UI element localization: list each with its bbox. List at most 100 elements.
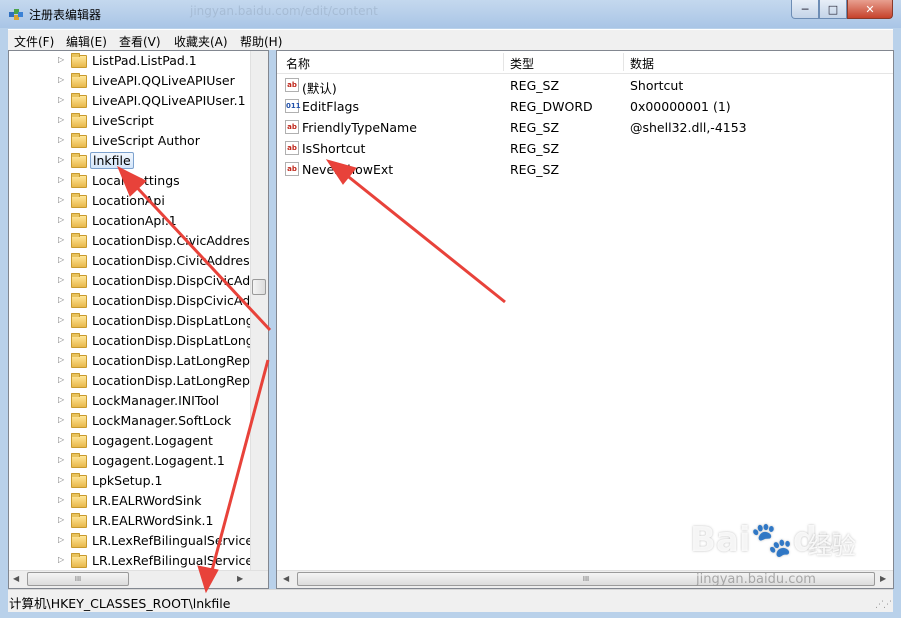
folder-icon xyxy=(71,493,87,508)
expand-arrow-icon[interactable]: ▷ xyxy=(58,215,64,224)
minimize-button[interactable]: ─ xyxy=(791,0,819,19)
value-row[interactable]: 011 EditFlags REG_DWORD 0x00000001 (1) xyxy=(277,96,893,117)
expand-arrow-icon[interactable]: ▷ xyxy=(58,475,64,484)
expand-arrow-icon[interactable]: ▷ xyxy=(58,315,64,324)
tree-item-label: LockManager.INITool xyxy=(92,393,220,408)
menu-view[interactable]: 查看(V) xyxy=(119,33,161,50)
string-value-icon: ab xyxy=(285,78,299,92)
tree-item[interactable]: ▷ LocationDisp.CivicAddressR xyxy=(9,231,265,251)
tree-item[interactable]: ▷ LiveScript Author xyxy=(9,131,254,151)
scroll-right-arrow-icon[interactable]: ▶ xyxy=(237,574,243,583)
tree-horizontal-scrollbar[interactable]: ◀ III ▶ xyxy=(9,570,268,588)
expand-arrow-icon[interactable]: ▷ xyxy=(58,355,64,364)
folder-icon xyxy=(71,253,87,268)
folder-icon xyxy=(71,93,87,108)
expand-arrow-icon[interactable]: ▷ xyxy=(58,75,64,84)
expand-arrow-icon[interactable]: ▷ xyxy=(58,275,64,284)
expand-arrow-icon[interactable]: ▷ xyxy=(58,515,64,524)
expand-arrow-icon[interactable]: ▷ xyxy=(58,175,64,184)
tree-item[interactable]: ▷ LockManager.INITool xyxy=(9,391,254,411)
tree-item[interactable]: ▷ LocationDisp.DispCivicAddr xyxy=(9,291,263,311)
tree-item[interactable]: ▷ LR.EALRWordSink xyxy=(9,491,254,511)
tree-item-label: LocationApi xyxy=(92,193,165,208)
tree-item-label: Logagent.Logagent.1 xyxy=(92,453,225,468)
column-header-name[interactable]: 名称 xyxy=(286,55,310,72)
expand-arrow-icon[interactable]: ▷ xyxy=(58,235,64,244)
expand-arrow-icon[interactable]: ▷ xyxy=(58,95,64,104)
expand-arrow-icon[interactable]: ▷ xyxy=(58,115,64,124)
value-row[interactable]: ab IsShortcut REG_SZ xyxy=(277,138,893,159)
value-row[interactable]: ab NeverShowExt REG_SZ xyxy=(277,159,893,180)
tree-item-label: LR.LexRefBilingualService.1. xyxy=(92,533,269,548)
expand-arrow-icon[interactable]: ▷ xyxy=(58,195,64,204)
expand-arrow-icon[interactable]: ▷ xyxy=(58,375,64,384)
column-divider[interactable] xyxy=(503,53,504,71)
string-value-icon: ab xyxy=(285,141,299,155)
expand-arrow-icon[interactable]: ▷ xyxy=(58,135,64,144)
tree-item[interactable]: ▷ Local Settings xyxy=(9,171,254,191)
folder-icon xyxy=(71,193,87,208)
string-value-icon: ab xyxy=(285,120,299,134)
menu-edit[interactable]: 编辑(E) xyxy=(66,33,107,50)
tree-item[interactable]: ▷ LiveAPI.QQLiveAPIUser.1 xyxy=(9,91,254,111)
tree-item[interactable]: ▷ LocationDisp.CivicAddressR xyxy=(9,251,265,271)
tree-item[interactable]: ▷ Logagent.Logagent xyxy=(9,431,254,451)
folder-icon xyxy=(71,413,87,428)
menu-file[interactable]: 文件(F) xyxy=(14,33,54,50)
value-name: NeverShowExt xyxy=(302,162,394,177)
close-button[interactable]: ✕ xyxy=(847,0,893,19)
folder-icon xyxy=(71,353,87,368)
tree-item[interactable]: ▷ LocationDisp.DispCivicAddr xyxy=(9,271,263,291)
registry-values-list[interactable]: 名称 类型 数据 ab (默认) REG_SZ Shortcut 011 EditFlag… xyxy=(276,50,894,589)
tree-item[interactable]: ▷ LiveAPI.QQLiveAPIUser xyxy=(9,71,254,91)
tree-item[interactable]: ▷ LocationDisp.LatLongRepor xyxy=(9,351,263,371)
expand-arrow-icon[interactable]: ▷ xyxy=(58,55,64,64)
expand-arrow-icon[interactable]: ▷ xyxy=(58,295,64,304)
expand-arrow-icon[interactable]: ▷ xyxy=(58,255,64,264)
column-divider[interactable] xyxy=(623,53,624,71)
value-row[interactable]: ab (默认) REG_SZ Shortcut xyxy=(277,75,893,96)
tree-item[interactable]: ▷ LpkSetup.1 xyxy=(9,471,254,491)
menu-help[interactable]: 帮助(H) xyxy=(240,33,282,50)
scroll-right-arrow-icon[interactable]: ▶ xyxy=(880,574,886,583)
expand-arrow-icon[interactable]: ▷ xyxy=(58,435,64,444)
tree-item[interactable]: ▷ ListPad.ListPad.1 xyxy=(9,51,254,71)
tree-item[interactable]: ▷ LR.LexRefBilingualService.1. xyxy=(9,551,268,571)
tree-item[interactable]: ▷ LocationDisp.LatLongRepor xyxy=(9,371,263,391)
tree-item[interactable]: ▷ LocationApi xyxy=(9,191,254,211)
scroll-left-arrow-icon[interactable]: ◀ xyxy=(13,574,19,583)
tree-horizontal-scroll-thumb[interactable]: III xyxy=(27,572,129,586)
expand-arrow-icon[interactable]: ▷ xyxy=(58,155,64,164)
tree-item[interactable]: ▷ LocationApi.1 xyxy=(9,211,254,231)
resize-grip-icon[interactable]: ⋰⋰ xyxy=(875,600,892,610)
registry-key-tree[interactable]: ▷ ListPad.ListPad.1 ▷ LiveAPI.QQLiveAPIUser… xyxy=(8,50,269,589)
expand-arrow-icon[interactable]: ▷ xyxy=(58,455,64,464)
tree-item[interactable]: ▷ LiveScript xyxy=(9,111,254,131)
expand-arrow-icon[interactable]: ▷ xyxy=(58,555,64,564)
expand-arrow-icon[interactable]: ▷ xyxy=(58,415,64,424)
tree-item[interactable]: ▷ lnkfile xyxy=(9,151,254,171)
menu-favorites[interactable]: 收藏夹(A) xyxy=(174,33,228,50)
tree-item-label: LocationDisp.LatLongRepor xyxy=(92,373,263,388)
tree-vertical-scroll-thumb[interactable] xyxy=(252,279,266,295)
tree-vertical-scrollbar[interactable] xyxy=(250,51,268,571)
expand-arrow-icon[interactable]: ▷ xyxy=(58,335,64,344)
scroll-left-arrow-icon[interactable]: ◀ xyxy=(283,574,289,583)
column-header-type[interactable]: 类型 xyxy=(510,55,534,72)
expand-arrow-icon[interactable]: ▷ xyxy=(58,395,64,404)
expand-arrow-icon[interactable]: ▷ xyxy=(58,495,64,504)
tree-item[interactable]: ▷ LocationDisp.DispLatLongR xyxy=(9,311,262,331)
column-header-data[interactable]: 数据 xyxy=(630,55,654,72)
tree-item[interactable]: ▷ LocationDisp.DispLatLongR xyxy=(9,331,262,351)
value-data: @shell32.dll,-4153 xyxy=(630,120,747,135)
tree-item-label: LiveScript Author xyxy=(92,133,200,148)
tree-item[interactable]: ▷ LR.LexRefBilingualService.1. xyxy=(9,531,268,551)
tree-item[interactable]: ▷ LockManager.SoftLock xyxy=(9,411,254,431)
tree-item[interactable]: ▷ LR.EALRWordSink.1 xyxy=(9,511,254,531)
maximize-button[interactable]: □ xyxy=(819,0,847,19)
expand-arrow-icon[interactable]: ▷ xyxy=(58,535,64,544)
value-name: IsShortcut xyxy=(302,141,366,156)
value-row[interactable]: ab FriendlyTypeName REG_SZ @shell32.dll,-41… xyxy=(277,117,893,138)
tree-item-label: LR.EALRWordSink.1 xyxy=(92,513,214,528)
tree-item[interactable]: ▷ Logagent.Logagent.1 xyxy=(9,451,254,471)
